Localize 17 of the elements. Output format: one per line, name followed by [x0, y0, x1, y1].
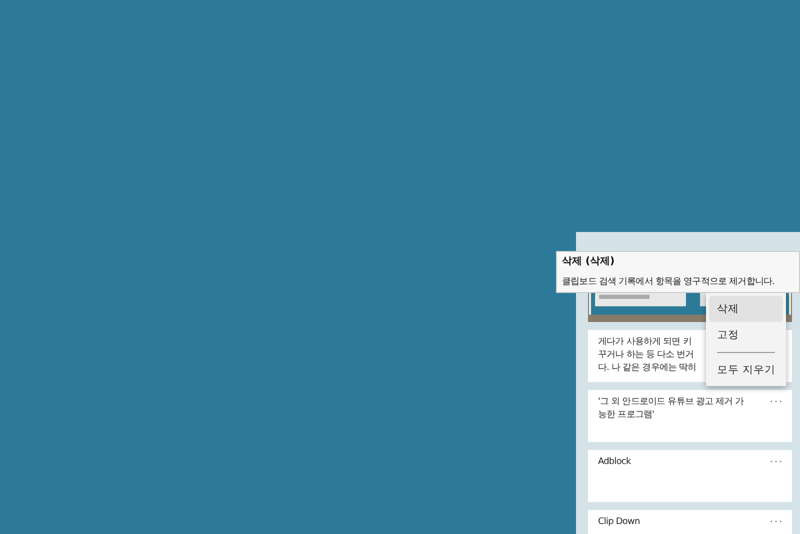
clipboard-item[interactable]: '그 외 안드로이드 유튜브 광고 제거 가 능한 프로그램': [588, 390, 792, 442]
menu-item[interactable]: 모두 지우기: [709, 357, 783, 383]
clip-text: 게다가 사용하게 되면 키: [598, 336, 692, 349]
more-icon[interactable]: [770, 460, 782, 463]
tooltip-text: 클립보드 검색 기록에서 항목을 영구적으로 제거합니다.: [562, 276, 776, 288]
clip-text: '그 외 안드로이드 유튜브 광고 제거 가: [598, 396, 744, 409]
clip-text: 꾸거나 하는 등 다소 번거: [598, 349, 695, 362]
clipboard-item[interactable]: Adblock: [588, 450, 792, 502]
clip-text: 능한 프로그램': [598, 409, 656, 422]
clip-text: 다. 나 같은 경우에는 딱히: [598, 362, 696, 375]
clip-text: Clip Down: [598, 516, 640, 529]
tooltip-title: 삭제 (삭제): [562, 256, 616, 268]
more-icon[interactable]: [770, 520, 782, 523]
clip-text: Adblock: [598, 456, 631, 469]
more-icon[interactable]: [770, 400, 782, 403]
clipboard-item[interactable]: Clip Down: [588, 510, 792, 534]
menu-item[interactable]: 삭제: [709, 296, 783, 322]
